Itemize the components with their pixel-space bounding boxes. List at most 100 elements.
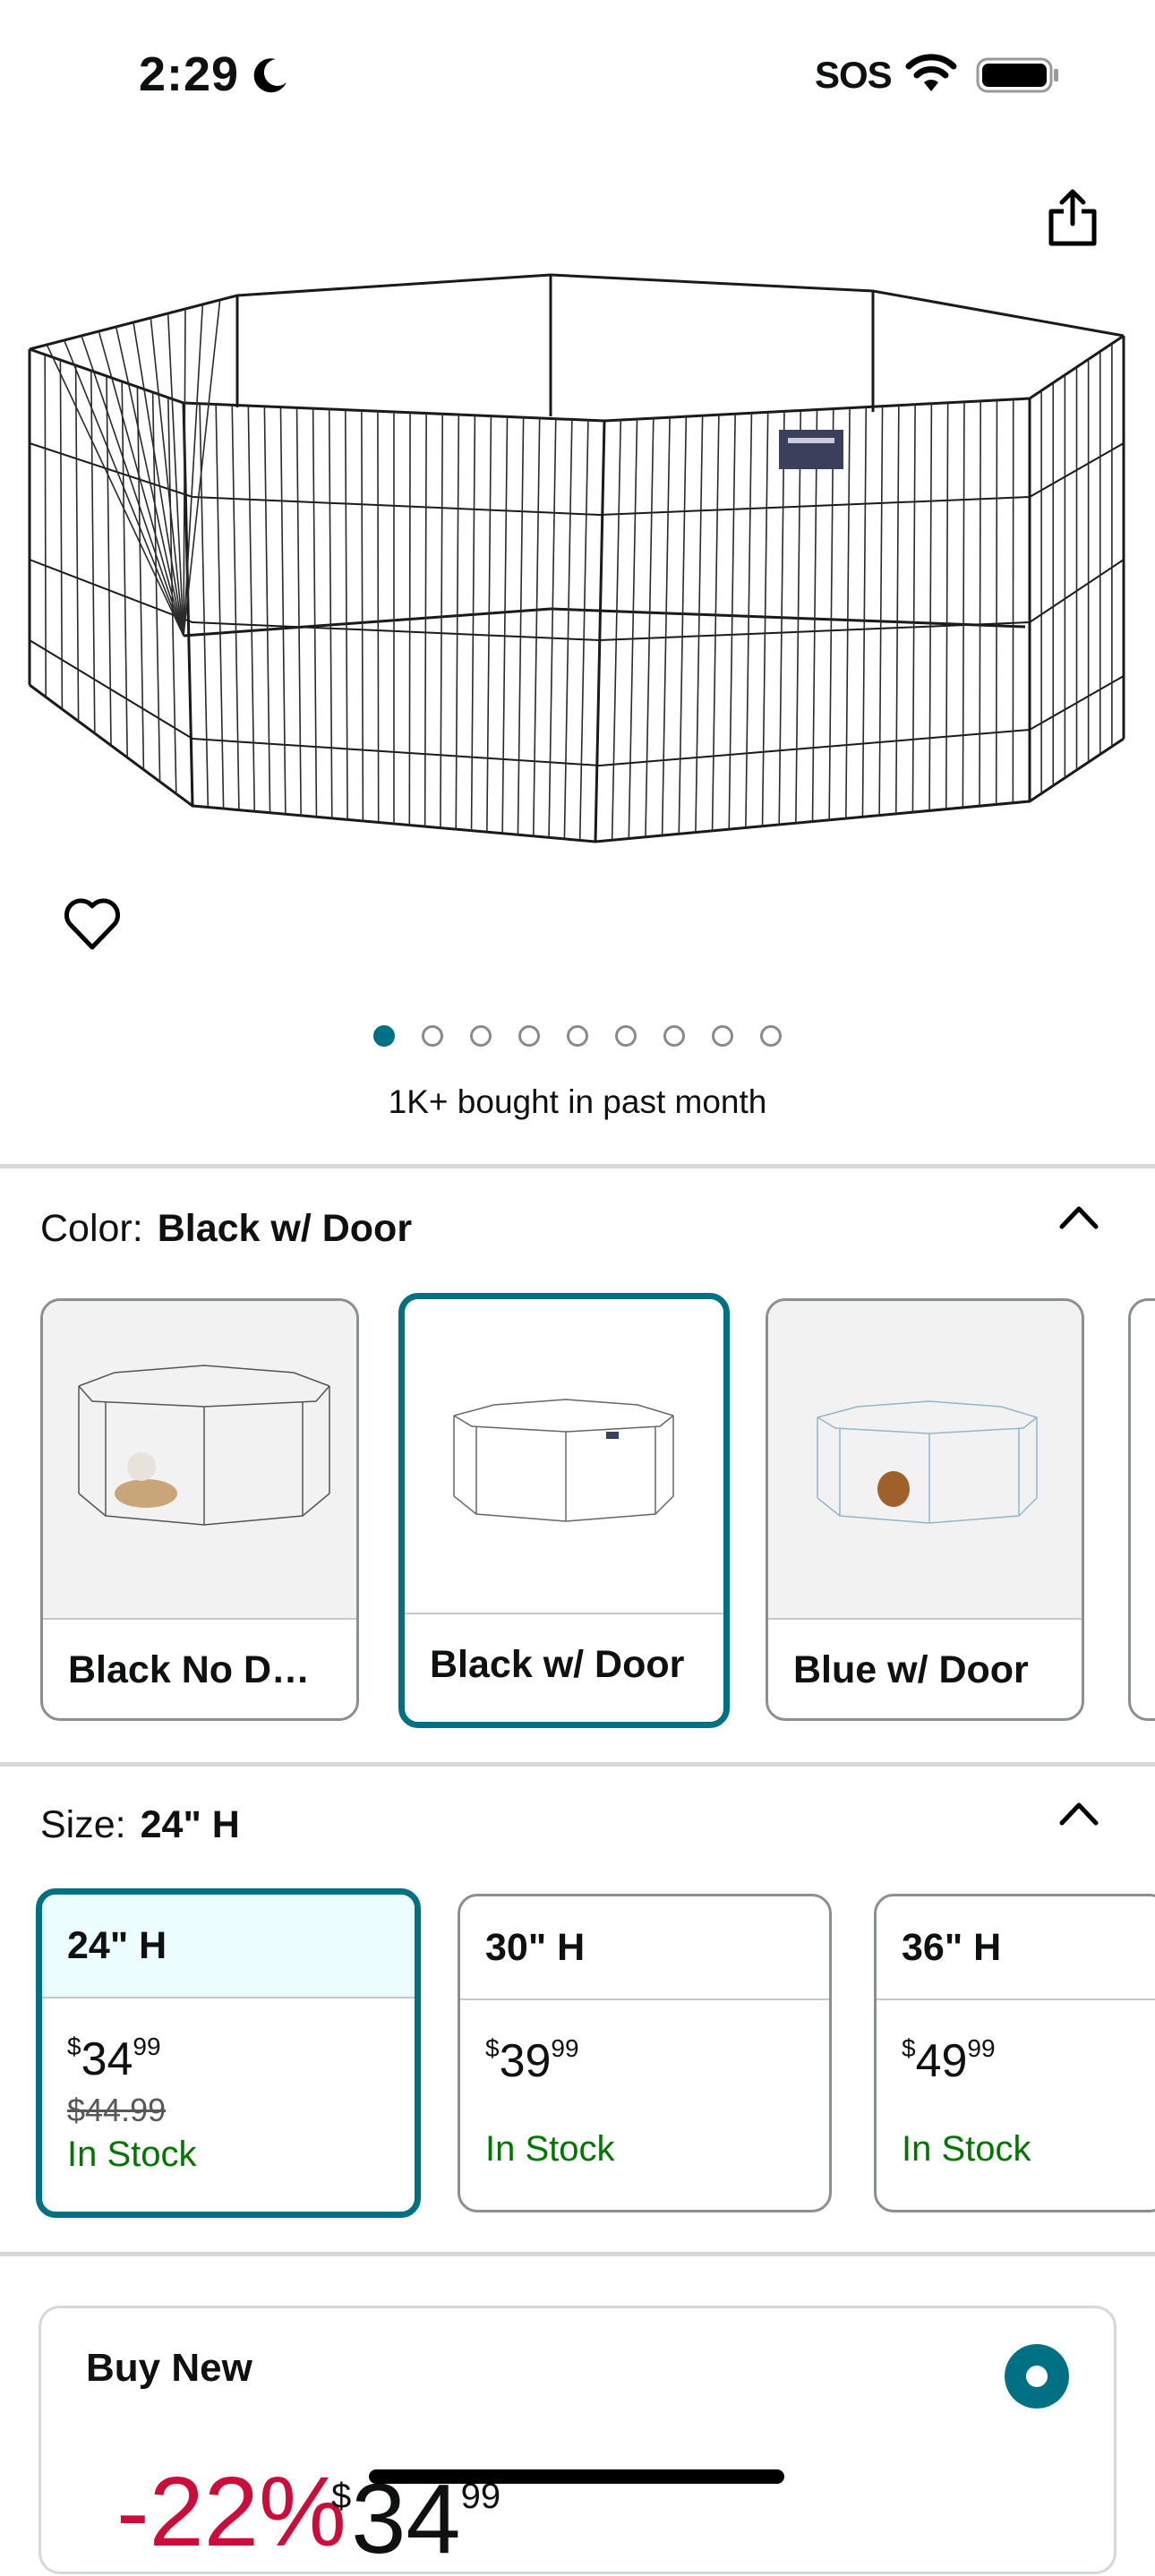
size-option-stock: In Stock: [902, 2129, 1142, 2169]
size-option-price: $4999: [902, 2022, 1142, 2088]
wire-bar: [929, 404, 931, 811]
wire-bar: [425, 414, 427, 827]
page-dot[interactable]: [615, 1025, 637, 1047]
size-option-label: 36" H: [877, 1896, 1155, 2000]
wire-bar: [264, 407, 270, 813]
wire-bar: [763, 412, 768, 826]
wire-bar: [184, 300, 220, 636]
wire-bar: [329, 409, 332, 818]
wire-bar: [122, 381, 127, 757]
size-section-label: Size: 24" H: [40, 1803, 240, 1847]
bought-in-past-month: 1K+ bought in past month: [0, 1083, 1155, 1121]
wire-bar: [846, 408, 850, 818]
size-option-label: 30" H: [460, 1896, 829, 2000]
moon-icon: [251, 56, 290, 95]
divider: [0, 1164, 1155, 1168]
page-dot[interactable]: [518, 1025, 540, 1047]
wire-bar: [378, 411, 379, 822]
size-selected-value: 24" H: [141, 1803, 240, 1846]
home-indicator[interactable]: [369, 2469, 784, 2484]
wire-bar: [646, 418, 654, 837]
wire-bar: [580, 420, 588, 840]
color-option[interactable]: Blue w/ Door: [766, 1298, 1084, 1721]
wire-bar: [629, 419, 637, 838]
chevron-up-icon[interactable]: [1057, 1796, 1101, 1828]
chevron-up-icon[interactable]: [1057, 1200, 1101, 1232]
wire-bar: [248, 406, 254, 811]
wire-bar: [200, 404, 208, 808]
page-dot[interactable]: [663, 1025, 685, 1047]
page-dot[interactable]: [422, 1025, 443, 1047]
wire-bar: [216, 405, 223, 809]
product-image[interactable]: [22, 264, 1133, 873]
wire-bar: [184, 309, 185, 636]
size-option[interactable]: 36" H $4999 In Stock: [874, 1894, 1155, 2212]
wire-bar: [862, 407, 866, 817]
wire-bar: [564, 419, 571, 838]
color-option-partial[interactable]: [1128, 1298, 1155, 1721]
wifi-icon: [904, 54, 958, 93]
wire-bar: [232, 405, 239, 809]
wire-bar: [45, 355, 46, 697]
wire-bar: [116, 327, 184, 636]
wire-bar: [280, 407, 285, 815]
wire-bar: [184, 304, 202, 636]
wire-bar: [912, 405, 915, 812]
color-selected-value: Black w/ Door: [158, 1207, 412, 1250]
page-dot[interactable]: [470, 1025, 492, 1047]
wire-bar: [829, 409, 834, 820]
wire-bar: [663, 417, 670, 835]
share-icon[interactable]: [1046, 188, 1099, 247]
color-option-selected[interactable]: Black w/ Door: [398, 1293, 730, 1728]
divider: [0, 1762, 1155, 1767]
size-option-stock: In Stock: [485, 2129, 804, 2169]
wire-bar: [487, 416, 492, 833]
wire-bar: [962, 402, 964, 808]
size-option-stock: In Stock: [67, 2135, 389, 2175]
wire-bar: [746, 413, 752, 827]
divider: [0, 2252, 1155, 2256]
size-option-label: 24" H: [42, 1895, 415, 1998]
size-option[interactable]: 30" H $3999 In Stock: [458, 1894, 832, 2212]
wire-bar: [456, 415, 458, 829]
wire-bar: [441, 414, 442, 827]
radio-dot: [1026, 2366, 1048, 2387]
heart-icon[interactable]: [63, 895, 122, 951]
wire-bar: [472, 415, 475, 831]
size-label: Size:: [40, 1803, 126, 1846]
wire-bar: [534, 418, 540, 836]
size-option-price: $3499: [67, 2020, 389, 2086]
wire-bar: [796, 410, 800, 823]
size-option-price: $3999: [485, 2022, 804, 2088]
wire-bar: [502, 416, 507, 833]
wire-bar: [346, 410, 347, 820]
wire-bar: [409, 413, 410, 826]
wire-bar: [297, 407, 302, 815]
wire-bar: [946, 403, 948, 809]
wire-bar: [696, 415, 703, 832]
wire-bar: [362, 410, 364, 820]
wire-bar: [60, 360, 62, 709]
size-option-list-price: $44.99: [67, 2092, 389, 2129]
size-option-selected[interactable]: 24" H $3499 $44.99 In Stock: [36, 1888, 421, 2218]
image-pagination: [0, 1025, 1155, 1047]
color-label: Color:: [40, 1207, 143, 1250]
page-dot[interactable]: [712, 1025, 733, 1047]
page-dot[interactable]: [567, 1025, 588, 1047]
discount-percent: -22%: [116, 2455, 346, 2569]
wire-bar: [813, 410, 817, 822]
color-section-label: Color: Black w/ Door: [40, 1207, 412, 1251]
wire-bar: [313, 408, 317, 817]
color-option-image: [768, 1301, 1082, 1620]
color-option-image: [43, 1301, 356, 1620]
wire-bar: [679, 416, 686, 834]
page-dot[interactable]: [373, 1025, 395, 1047]
page-dot[interactable]: [760, 1025, 782, 1047]
wire-bar: [612, 420, 621, 840]
buy-new-title: Buy New: [86, 2346, 252, 2391]
color-option-label: Blue w/ Door: [768, 1620, 1082, 1720]
sos-indicator: SOS: [815, 54, 892, 97]
wire-bar: [729, 414, 735, 829]
color-option[interactable]: Black No D…: [40, 1298, 359, 1721]
wire-bar: [879, 407, 882, 816]
